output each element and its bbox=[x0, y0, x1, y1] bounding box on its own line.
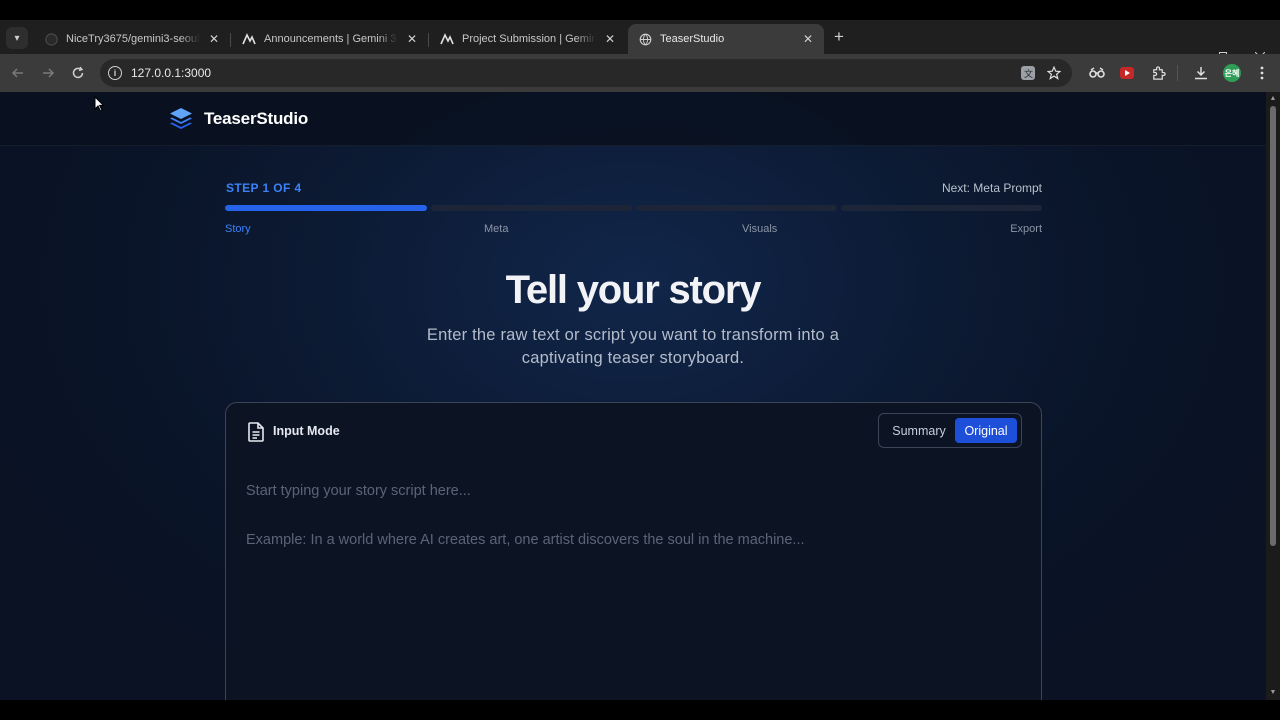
github-icon bbox=[44, 32, 58, 46]
close-icon[interactable]: ✕ bbox=[602, 31, 618, 47]
tab-github[interactable]: NiceTry3675/gemini3-seoul-ha ✕ bbox=[34, 24, 230, 54]
progress-segment-export bbox=[841, 205, 1042, 211]
logo-layers-icon[interactable] bbox=[169, 107, 193, 131]
app-name[interactable]: TeaserStudio bbox=[204, 109, 308, 129]
url-text[interactable]: 127.0.0.1:3000 bbox=[131, 66, 211, 80]
mode-toggle: Summary Original bbox=[878, 413, 1022, 448]
reload-icon[interactable] bbox=[67, 62, 89, 84]
tab-divider bbox=[428, 33, 429, 47]
page-subtitle: Enter the raw text or script you want to… bbox=[426, 326, 840, 367]
glasses-extension-icon[interactable] bbox=[1087, 63, 1107, 83]
scroll-down-arrow-icon[interactable]: ▼ bbox=[1269, 689, 1277, 696]
step-visuals[interactable]: Visuals bbox=[742, 223, 777, 235]
svg-text:文: 文 bbox=[1024, 68, 1033, 80]
screen-top-edge bbox=[0, 0, 1280, 20]
toolbar-divider bbox=[1177, 65, 1178, 81]
tab-title: NiceTry3675/gemini3-seoul-ha bbox=[66, 33, 200, 45]
download-icon[interactable] bbox=[1191, 63, 1211, 83]
tab-announcements[interactable]: Announcements | Gemini 3 Al ✕ bbox=[232, 24, 428, 54]
browser-toolbar: i 127.0.0.1:3000 文 은혜 bbox=[0, 54, 1280, 92]
step-export[interactable]: Export bbox=[1010, 223, 1042, 235]
tab-strip: ▾ NiceTry3675/gemini3-seoul-ha ✕ Announc… bbox=[0, 20, 1280, 62]
mouse-cursor-icon bbox=[94, 96, 104, 112]
mode-original-button[interactable]: Original bbox=[955, 418, 1017, 443]
tab-teaserstudio[interactable]: TeaserStudio ✕ bbox=[628, 24, 824, 54]
tab-title: TeaserStudio bbox=[660, 33, 725, 45]
input-card: Input Mode Summary Original bbox=[225, 402, 1042, 700]
extensions-puzzle-icon[interactable] bbox=[1148, 63, 1168, 83]
progress-segment-meta bbox=[431, 205, 632, 211]
site-info-icon[interactable]: i bbox=[108, 66, 122, 80]
page-title: Tell your story bbox=[505, 268, 762, 312]
input-mode-label: Input Mode bbox=[273, 424, 340, 438]
page-scrollbar[interactable]: ▲ ▼ bbox=[1266, 92, 1280, 700]
app-header: TeaserStudio bbox=[0, 92, 1266, 146]
forward-icon[interactable] bbox=[37, 62, 59, 84]
tab-project-submission[interactable]: Project Submission | Gemini 3 ✕ bbox=[430, 24, 626, 54]
step-counter: STEP 1 OF 4 bbox=[226, 181, 302, 195]
address-bar[interactable]: i 127.0.0.1:3000 文 bbox=[100, 59, 1072, 87]
document-icon bbox=[248, 422, 264, 442]
tab-title: Announcements | Gemini 3 Al bbox=[264, 33, 398, 45]
video-extension-icon[interactable] bbox=[1117, 63, 1137, 83]
tab-search-chevron-icon[interactable]: ▾ bbox=[6, 27, 28, 49]
step-meta[interactable]: Meta bbox=[484, 223, 508, 235]
story-script-textarea[interactable] bbox=[246, 479, 1022, 700]
translate-icon[interactable]: 文 bbox=[1019, 64, 1037, 82]
tab-divider bbox=[230, 33, 231, 47]
step-story[interactable]: Story bbox=[225, 223, 251, 235]
close-icon[interactable]: ✕ bbox=[206, 31, 222, 47]
profile-avatar[interactable]: 은혜 bbox=[1223, 64, 1241, 82]
globe-icon bbox=[638, 32, 652, 46]
kebab-menu-icon[interactable] bbox=[1252, 63, 1272, 83]
devpost-icon bbox=[242, 32, 256, 46]
close-icon[interactable]: ✕ bbox=[800, 31, 816, 47]
page-viewport: TeaserStudio STEP 1 OF 4 Next: Meta Prom… bbox=[0, 92, 1266, 700]
mode-summary-button[interactable]: Summary bbox=[884, 418, 954, 443]
next-step-label: Next: Meta Prompt bbox=[941, 181, 1042, 195]
back-icon[interactable] bbox=[7, 62, 29, 84]
tab-title: Project Submission | Gemini 3 bbox=[462, 33, 596, 45]
progress-segment-story bbox=[225, 205, 427, 211]
screen-bottom-edge bbox=[0, 700, 1280, 720]
progress-segment-visuals bbox=[636, 205, 837, 211]
close-icon[interactable]: ✕ bbox=[404, 31, 420, 47]
new-tab-icon[interactable]: + bbox=[829, 27, 849, 47]
bookmark-star-icon[interactable] bbox=[1045, 64, 1063, 82]
scrollbar-thumb[interactable] bbox=[1270, 106, 1276, 546]
scroll-up-arrow-icon[interactable]: ▲ bbox=[1269, 95, 1277, 102]
devpost-icon bbox=[440, 32, 454, 46]
